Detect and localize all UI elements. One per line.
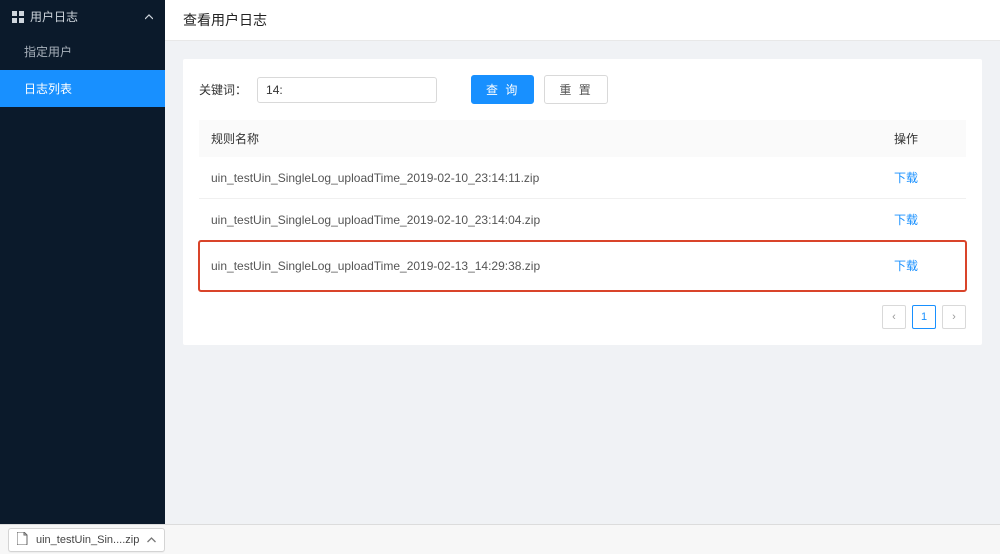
pagination-prev[interactable]: ‹ — [882, 305, 906, 329]
cell-name: uin_testUin_SingleLog_uploadTime_2019-02… — [211, 259, 894, 273]
column-header-name: 规则名称 — [211, 130, 894, 147]
sidebar-item-log-list[interactable]: 日志列表 — [0, 70, 165, 107]
table-header: 规则名称 操作 — [199, 120, 966, 157]
table-row: uin_testUin_SingleLog_uploadTime_2019-02… — [199, 241, 966, 291]
grid-icon — [12, 11, 24, 23]
filter-row: 关键词： 查 询 重 置 — [199, 75, 966, 104]
keyword-input[interactable] — [257, 77, 437, 103]
sidebar-item-label: 指定用户 — [24, 45, 72, 59]
cell-name: uin_testUin_SingleLog_uploadTime_2019-02… — [211, 213, 894, 227]
keyword-label: 关键词： — [199, 81, 247, 98]
content-card: 关键词： 查 询 重 置 规则名称 操作 uin_testUin_SingleL… — [183, 59, 982, 345]
search-button[interactable]: 查 询 — [471, 75, 534, 104]
logs-table: 规则名称 操作 uin_testUin_SingleLog_uploadTime… — [199, 120, 966, 291]
sidebar-item-specified-user[interactable]: 指定用户 — [0, 33, 165, 70]
pagination: ‹ 1 › — [199, 305, 966, 329]
page-title: 查看用户日志 — [165, 0, 1000, 41]
sidebar: 用户日志 指定用户 日志列表 — [0, 0, 165, 524]
sidebar-item-label: 日志列表 — [24, 82, 72, 96]
browser-download-bar: uin_testUin_Sin....zip — [0, 524, 1000, 554]
column-header-action: 操作 — [894, 130, 954, 147]
sidebar-group-label: 用户日志 — [30, 8, 139, 25]
pagination-next[interactable]: › — [942, 305, 966, 329]
download-link[interactable]: 下载 — [894, 259, 918, 273]
table-row: uin_testUin_SingleLog_uploadTime_2019-02… — [199, 199, 966, 241]
cell-name: uin_testUin_SingleLog_uploadTime_2019-02… — [211, 171, 894, 185]
sidebar-group-user-logs[interactable]: 用户日志 — [0, 0, 165, 33]
download-filename: uin_testUin_Sin....zip — [36, 534, 139, 546]
table-row: uin_testUin_SingleLog_uploadTime_2019-02… — [199, 157, 966, 199]
table-body: uin_testUin_SingleLog_uploadTime_2019-02… — [199, 157, 966, 291]
reset-button[interactable]: 重 置 — [544, 75, 607, 104]
download-link[interactable]: 下载 — [894, 171, 918, 185]
pagination-page-1[interactable]: 1 — [912, 305, 936, 329]
chevron-up-icon — [145, 14, 153, 20]
file-icon — [17, 532, 28, 548]
chevron-up-icon[interactable] — [147, 534, 156, 546]
download-link[interactable]: 下载 — [894, 213, 918, 227]
main-content: 查看用户日志 关键词： 查 询 重 置 规则名称 操作 uin_te — [165, 0, 1000, 524]
download-chip[interactable]: uin_testUin_Sin....zip — [8, 528, 165, 552]
